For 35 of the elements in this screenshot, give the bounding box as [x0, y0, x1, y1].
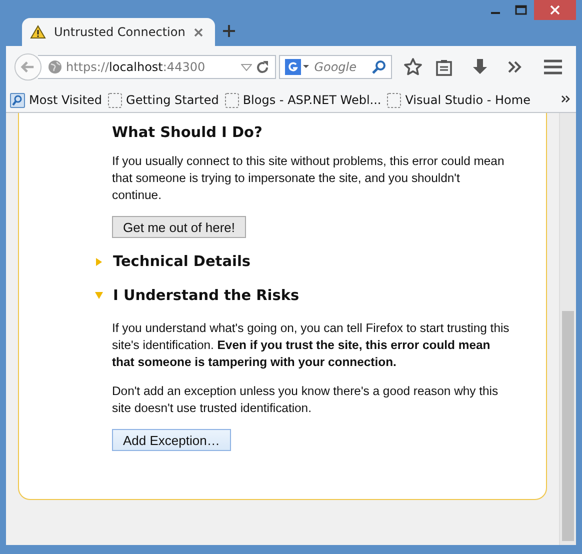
paragraph: If you usually connect to this site without problems, this error could mean that someone is trying to impersonate the site, and you shouldn't continue. — [112, 153, 506, 204]
expander-heading[interactable]: Technical Details — [113, 252, 251, 272]
menu-icon[interactable] — [544, 59, 562, 75]
expander-heading[interactable]: I Understand the Risks — [113, 286, 300, 306]
search-engine-icon[interactable] — [285, 59, 310, 75]
scrollbar[interactable] — [559, 113, 576, 545]
add-exception-button[interactable]: Add Exception… — [112, 429, 231, 451]
bookmark-item[interactable]: Blogs - ASP.NET Webl... — [224, 92, 382, 108]
get-me-out-button[interactable]: Get me out of here! — [112, 216, 246, 238]
search-icon[interactable] — [372, 60, 386, 74]
new-tab-icon[interactable] — [223, 25, 235, 37]
folder-search-icon — [10, 92, 25, 108]
browser-tab[interactable]: Untrusted Connection — [22, 18, 215, 46]
download-icon[interactable] — [472, 58, 488, 76]
dropdown-icon[interactable] — [241, 64, 252, 70]
close-icon[interactable] — [534, 0, 576, 20]
search-field[interactable]: Google — [279, 55, 392, 79]
star-icon[interactable] — [404, 58, 422, 76]
bookmark-item[interactable]: Visual Studio - Home — [387, 92, 530, 108]
bookmark-item[interactable]: Most Visited — [10, 92, 102, 108]
page-icon — [387, 92, 402, 108]
clipboard-icon[interactable] — [436, 58, 452, 76]
globe-icon — [48, 60, 62, 74]
overflow-icon[interactable] — [561, 95, 570, 103]
page-icon — [224, 92, 239, 108]
overflow-icon[interactable] — [508, 61, 522, 73]
address-field[interactable]: https://localhost:44300 — [38, 55, 276, 79]
section-heading: What Should I Do? — [112, 124, 264, 143]
warning-icon — [30, 25, 46, 39]
paragraph: If you understand what's going on, you can tell Firefox to start trusting this site's identification. Even if you trust the site, this error could mean that someone is tampering with your connection. — [112, 320, 510, 371]
page-icon — [108, 92, 122, 108]
close-tab-icon[interactable] — [194, 28, 203, 36]
paragraph: Don't add an exception unless you know there's a good reason why this site doesn't use trusted identification. — [112, 383, 500, 417]
reload-icon[interactable] — [256, 60, 270, 74]
bookmark-item[interactable]: Getting Started — [108, 92, 219, 108]
